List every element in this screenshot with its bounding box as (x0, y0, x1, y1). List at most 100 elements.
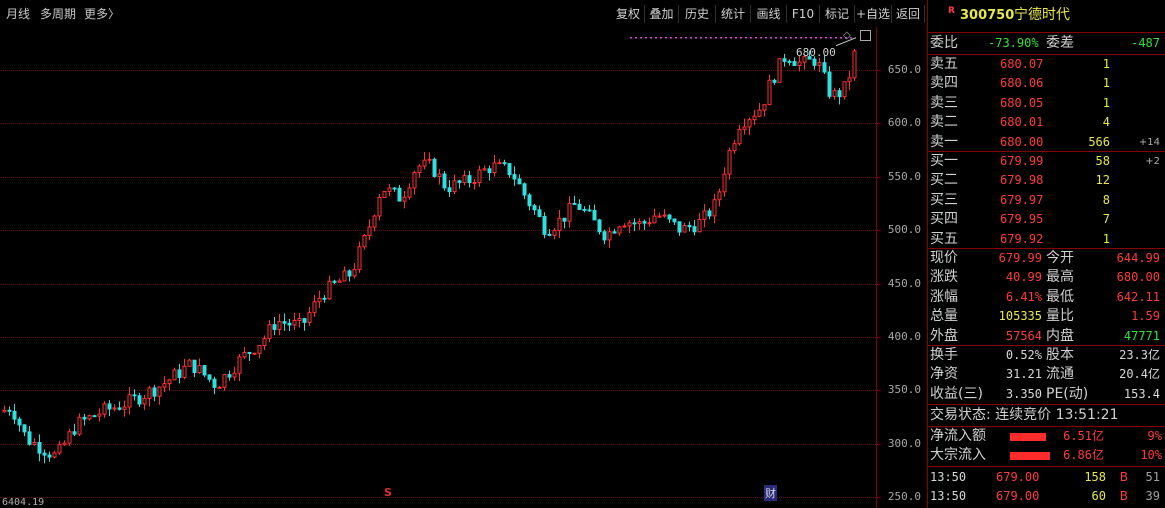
asks-row[interactable]: 卖二 680.01 4 (928, 113, 1165, 132)
window-icon[interactable] (860, 30, 871, 41)
candle-body[interactable] (377, 196, 382, 217)
candle-body[interactable] (312, 301, 317, 314)
candle-body[interactable] (247, 351, 252, 354)
candle-body[interactable] (347, 270, 352, 277)
candle-body[interactable] (587, 209, 592, 212)
candle-body[interactable] (92, 415, 97, 418)
candle-body[interactable] (167, 379, 172, 385)
candle-body[interactable] (722, 173, 727, 193)
candle-body[interactable] (182, 365, 187, 378)
candle-body[interactable] (617, 226, 622, 234)
toolbar-button-6[interactable]: 标记 (820, 5, 855, 23)
candle-body[interactable] (847, 77, 852, 83)
candle-body[interactable] (452, 180, 457, 193)
candle-body[interactable] (382, 190, 387, 198)
candle-body[interactable] (612, 231, 617, 234)
candle-body[interactable] (822, 62, 827, 73)
asks-row[interactable]: 卖五 680.07 1 (928, 55, 1165, 74)
tick-row[interactable]: 13:50 679.00 60 B 39 (928, 487, 1165, 506)
candle-body[interactable] (562, 217, 567, 222)
toolbar-button-5[interactable]: F10 (787, 5, 820, 23)
candle-body[interactable] (812, 58, 817, 66)
candle-body[interactable] (602, 231, 607, 241)
candle-body[interactable] (527, 194, 532, 207)
candle-body[interactable] (227, 374, 232, 378)
candle-body[interactable] (62, 442, 67, 446)
candle-body[interactable] (297, 318, 302, 321)
candle-body[interactable] (787, 60, 792, 63)
toolbar-button-3[interactable]: 统计 (716, 5, 751, 23)
asks-row[interactable]: 卖三 680.05 1 (928, 94, 1165, 113)
toolbar-button-8[interactable]: 返回 (892, 5, 925, 23)
candle-body[interactable] (197, 365, 202, 374)
asks-row[interactable]: 卖四 680.06 1 (928, 74, 1165, 93)
s-marker[interactable]: S (384, 486, 392, 499)
candle-body[interactable] (142, 397, 147, 405)
candle-body[interactable] (497, 162, 502, 165)
candle-body[interactable] (827, 71, 832, 97)
candle-body[interactable] (257, 345, 262, 354)
candle-body[interactable] (267, 324, 272, 340)
candle-body[interactable] (172, 369, 177, 381)
candle-body[interactable] (552, 230, 557, 236)
candle-body[interactable] (72, 431, 77, 435)
candle-body[interactable] (462, 175, 467, 184)
candle-body[interactable] (2, 409, 7, 413)
candle-body[interactable] (657, 215, 662, 218)
candle-body[interactable] (467, 175, 472, 184)
candle-body[interactable] (127, 394, 132, 408)
candle-body[interactable] (597, 219, 602, 233)
candle-body[interactable] (677, 221, 682, 233)
candle-body[interactable] (187, 359, 192, 367)
candle-body[interactable] (727, 150, 732, 175)
candle-body[interactable] (102, 403, 107, 415)
candle-body[interactable] (22, 424, 27, 433)
candle-body[interactable] (507, 163, 512, 176)
candle-body[interactable] (57, 444, 62, 454)
candle-body[interactable] (672, 218, 677, 223)
period-monthly[interactable]: 月线 (6, 5, 30, 23)
candle-body[interactable] (457, 180, 462, 184)
candle-body[interactable] (397, 187, 402, 202)
candle-body[interactable] (157, 386, 162, 397)
candle-body[interactable] (137, 395, 142, 405)
candle-body[interactable] (757, 109, 762, 117)
candle-body[interactable] (532, 205, 537, 211)
candle-body[interactable] (232, 372, 237, 378)
candle-body[interactable] (407, 187, 412, 198)
candle-body[interactable] (372, 215, 377, 228)
candle-body[interactable] (637, 221, 642, 224)
candle-body[interactable] (782, 58, 787, 62)
candle-body[interactable] (272, 324, 277, 330)
candle-body[interactable] (132, 394, 137, 397)
candle-body[interactable] (697, 218, 702, 233)
candle-body[interactable] (422, 159, 427, 167)
bids-row[interactable]: 买二 679.98 12 (928, 171, 1165, 190)
candle-body[interactable] (67, 431, 72, 444)
candle-body[interactable] (742, 126, 747, 130)
candle-body[interactable] (362, 234, 367, 248)
candle-body[interactable] (47, 454, 52, 458)
candle-body[interactable] (117, 407, 122, 410)
candle-body[interactable] (492, 162, 497, 174)
candle-body[interactable] (392, 187, 397, 190)
candle-body[interactable] (342, 270, 347, 282)
candle-body[interactable] (42, 452, 47, 456)
candle-body[interactable] (307, 312, 312, 323)
candle-body[interactable] (417, 165, 422, 174)
candle-body[interactable] (277, 321, 282, 330)
candle-body[interactable] (667, 214, 672, 220)
candle-body[interactable] (162, 383, 167, 388)
candle-body[interactable] (122, 406, 127, 410)
candle-body[interactable] (282, 321, 287, 324)
candle-body[interactable] (147, 387, 152, 399)
candle-body[interactable] (17, 418, 22, 426)
bids-row[interactable]: 买一 679.99 58 +2 (928, 152, 1165, 171)
candle-body[interactable] (437, 173, 442, 177)
multi-period-button[interactable]: 多周期 (40, 5, 76, 23)
bids-row[interactable]: 买四 679.95 7 (928, 210, 1165, 229)
candle-body[interactable] (592, 210, 597, 221)
candle-body[interactable] (317, 297, 322, 303)
candle-body[interactable] (192, 359, 197, 374)
candle-body[interactable] (632, 222, 637, 225)
